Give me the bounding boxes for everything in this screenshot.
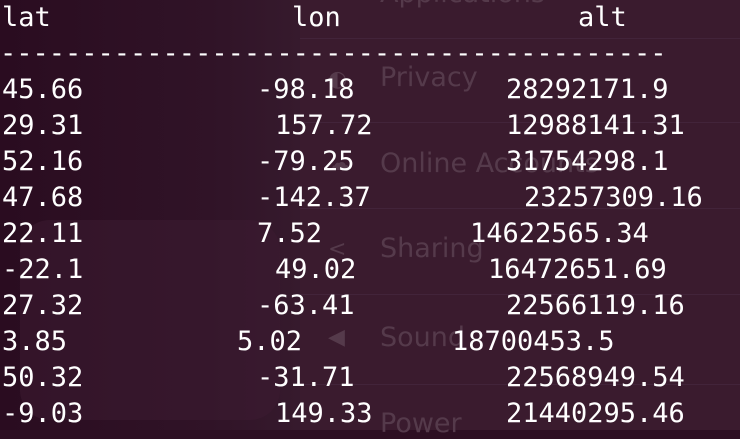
cell-lat: 27.32 <box>2 290 84 321</box>
cell-lat: 29.31 <box>2 110 84 141</box>
cell-lat: 47.68 <box>2 182 84 213</box>
cell-alt: 16472651.69 <box>488 254 667 285</box>
cell-lat: -9.03 <box>2 398 84 429</box>
cell-alt: 22566119.16 <box>506 290 685 321</box>
cell-alt: 22568949.54 <box>506 362 685 393</box>
cell-lon: 149.33 <box>275 398 373 429</box>
cell-lon: 157.72 <box>275 110 373 141</box>
column-header-alt: alt <box>578 2 627 33</box>
cell-alt: 18700453.5 <box>452 326 615 357</box>
cell-lon: -98.18 <box>257 74 355 105</box>
header-rule: ----------------------------------------… <box>0 38 667 69</box>
cell-lat: 22.11 <box>2 218 84 249</box>
cell-lon: 49.02 <box>275 254 357 285</box>
column-header-lon: lon <box>292 2 341 33</box>
cell-alt: 31754298.1 <box>506 146 669 177</box>
cell-lon: -142.37 <box>257 182 371 213</box>
cell-alt: 12988141.31 <box>506 110 685 141</box>
cell-alt: 14622565.34 <box>470 218 649 249</box>
cell-lat: 45.66 <box>2 74 84 105</box>
cell-lon: 7.52 <box>257 218 323 249</box>
cell-lon: -31.71 <box>257 362 355 393</box>
cell-alt: 21440295.46 <box>506 398 685 429</box>
cell-lat: 52.16 <box>2 146 84 177</box>
cell-lon: -63.41 <box>257 290 355 321</box>
cell-alt: 28292171.9 <box>506 74 669 105</box>
column-header-lat: lat <box>2 2 51 33</box>
cell-lon: 5.02 <box>237 326 303 357</box>
terminal-output: lat lon alt ----------------------------… <box>0 0 740 430</box>
cell-lat: -22.1 <box>2 254 84 285</box>
cell-lat: 3.85 <box>2 326 68 357</box>
cell-lon: -79.25 <box>257 146 355 177</box>
cell-lat: 50.32 <box>2 362 84 393</box>
cell-alt: 23257309.16 <box>524 182 703 213</box>
